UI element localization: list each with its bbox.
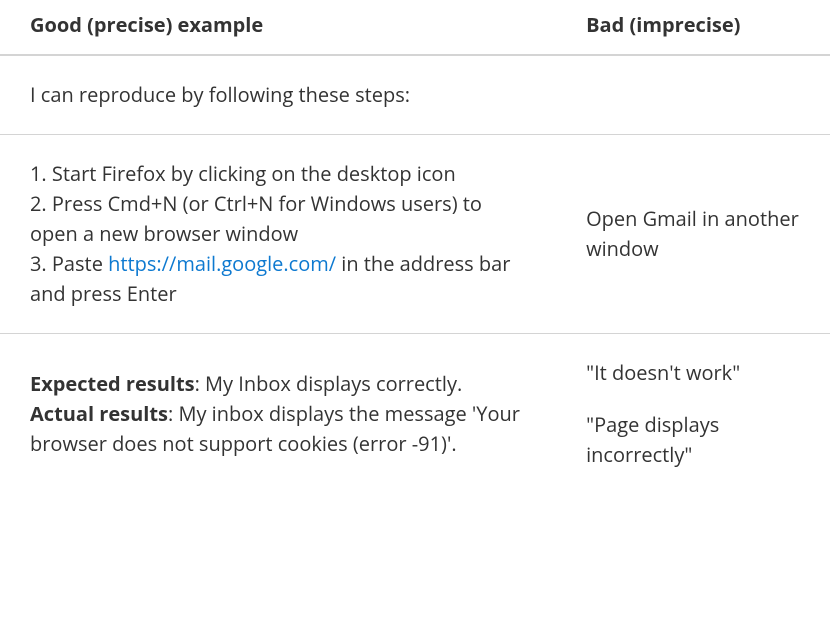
table-row: Expected results: My Inbox displays corr…	[0, 334, 830, 495]
header-good: Good (precise) example	[0, 0, 556, 55]
bad-quote-2: "Page displays incorrectly"	[586, 410, 806, 470]
step-1: 1. Start Firefox by clicking on the desk…	[30, 159, 532, 189]
step-3: 3. Paste https://mail.google.com/ in the…	[30, 249, 532, 309]
step-2: 2. Press Cmd+N (or Ctrl+N for Windows us…	[30, 189, 532, 249]
intro-bad-cell	[556, 55, 830, 135]
expected-results-line: Expected results: My Inbox displays corr…	[30, 369, 532, 399]
example-table: Good (precise) example Bad (imprecise) I…	[0, 0, 830, 494]
table-row: 1. Start Firefox by clicking on the desk…	[0, 135, 830, 334]
results-bad-cell: "It doesn't work" "Page displays incorre…	[556, 334, 830, 495]
table-row: I can reproduce by following these steps…	[0, 55, 830, 135]
table-header-row: Good (precise) example Bad (imprecise)	[0, 0, 830, 55]
gmail-url-link[interactable]: https://mail.google.com/	[108, 250, 336, 277]
intro-good-cell: I can reproduce by following these steps…	[0, 55, 556, 135]
header-bad: Bad (imprecise)	[556, 0, 830, 55]
actual-results-label: Actual results	[30, 400, 168, 427]
actual-results-line: Actual results: My inbox displays the me…	[30, 399, 532, 459]
bad-quote-1: "It doesn't work"	[586, 358, 806, 388]
steps-good-cell: 1. Start Firefox by clicking on the desk…	[0, 135, 556, 334]
expected-results-text: : My Inbox displays correctly.	[195, 370, 463, 397]
results-good-cell: Expected results: My Inbox displays corr…	[0, 334, 556, 495]
expected-results-label: Expected results	[30, 370, 195, 397]
step-3-prefix: 3. Paste	[30, 250, 108, 277]
steps-bad-cell: Open Gmail in another window	[556, 135, 830, 334]
